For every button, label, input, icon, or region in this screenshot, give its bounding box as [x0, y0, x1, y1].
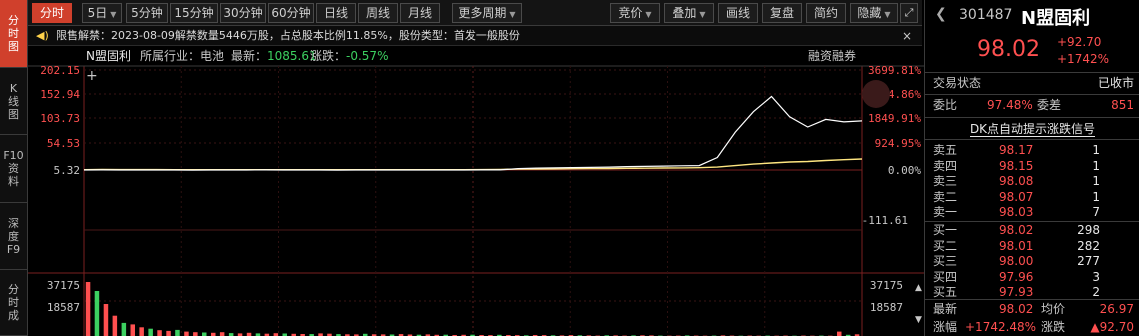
pct-axis-label: 924.95%: [875, 137, 922, 150]
volume-bar: [94, 291, 100, 336]
view-tab[interactable]: 深度 F9: [0, 203, 27, 270]
volume-axis-label: 37175: [870, 279, 903, 292]
latest-row: 最新 98.02 均价 26.97: [933, 302, 1134, 316]
pct-axis-label: 3699.81%: [868, 64, 921, 77]
view-tab-label: 分: [8, 14, 19, 27]
volume-bar: [166, 330, 171, 336]
volume-bar: [202, 332, 207, 336]
dk-signal-link[interactable]: DK点自动提示涨跌信号: [925, 120, 1139, 138]
bid-row: 买二 98.01 282: [933, 238, 1100, 253]
volume-bar: [219, 332, 225, 336]
view-tab[interactable]: K线图: [0, 68, 27, 135]
scroll-down-icon[interactable]: ▼: [915, 315, 922, 325]
price-axis-label: 103.73: [40, 112, 80, 125]
bid-row: 买五 97.93 2: [933, 285, 1100, 299]
volume-axis-label: 18587: [47, 301, 80, 314]
price-change-pct: +1742%: [1057, 52, 1109, 66]
ask-row: 卖二 98.07 1: [933, 189, 1100, 204]
view-tab[interactable]: 分时成: [0, 270, 27, 336]
crosshair-icon[interactable]: +: [86, 68, 98, 84]
volume-bar: [157, 330, 162, 336]
view-tab-label: 时: [8, 296, 19, 309]
volume-bar: [139, 327, 144, 336]
order-ratio-row: 委比 97.48% 委差 851: [933, 98, 1134, 112]
price-axis-label: 152.94: [40, 88, 80, 101]
volume-axis-label: 18587: [870, 301, 903, 314]
volume-bar: [193, 332, 198, 336]
quote-panel: ❮ 301487 N盟固利 98.02 +92.70 +1742% 交易状态 已…: [924, 0, 1139, 336]
price-axis-label: 54.53: [47, 137, 80, 150]
ask-row: 卖四 98.15 1: [933, 158, 1100, 173]
view-tab-label: 料: [8, 175, 19, 188]
quote-price-box: 98.02 +92.70 +1742%: [925, 33, 1139, 73]
ask-row: 卖五 98.17 1: [933, 143, 1100, 157]
view-tab-label: 图: [8, 107, 19, 121]
pct-axis-label: 1849.91%: [868, 112, 921, 125]
bid-row: 买三 98.00 277: [933, 254, 1100, 268]
volume-bar: [121, 322, 127, 336]
quote-header: ❮ 301487 N盟固利: [925, 0, 1139, 33]
volume-bar: [184, 331, 189, 336]
volume-bar: [103, 304, 109, 336]
stock-code: 301487: [959, 7, 1013, 23]
chart-grid: [28, 65, 924, 336]
view-tabs: 分时图 K 线图 F10 资料深度 F9 分时成: [0, 0, 28, 336]
change-row: 涨幅 +1742.48% 涨跌 ▲92.70: [933, 320, 1134, 334]
stock-title: N盟固利: [1021, 8, 1091, 29]
view-tab-label: 时: [8, 27, 19, 40]
view-tab[interactable]: 分时图: [0, 0, 27, 68]
volume-bar: [112, 315, 118, 336]
intraday-chart[interactable]: 202.15152.94103.7354.535.323699.81%2774.…: [28, 0, 924, 336]
pct-axis-label: 0.00%: [888, 164, 921, 177]
axis-labels: 202.15152.94103.7354.535.323699.81%2774.…: [40, 64, 921, 314]
view-tab-label: 图: [8, 40, 19, 53]
view-tab-label: 深: [8, 216, 19, 230]
volume-bar: [130, 324, 135, 336]
bid-row: 买一 98.02 298: [933, 223, 1100, 237]
view-tab-label: 资: [8, 162, 19, 175]
trade-status-row: 交易状态 已收市: [933, 76, 1134, 90]
view-tab-label: 度: [8, 229, 19, 243]
ask-row: 卖三 98.08 1: [933, 174, 1100, 188]
current-price: 98.02: [977, 37, 1040, 62]
chart-decorations: + ▲ ▼: [86, 68, 922, 325]
scroll-up-icon[interactable]: ▲: [915, 283, 922, 293]
volume-bar: [175, 329, 180, 336]
view-tab-label: 分: [8, 283, 19, 296]
view-tab-label: F10: [3, 149, 24, 162]
view-tab-label: 线: [8, 94, 19, 108]
view-tab-label: 成: [8, 309, 19, 322]
view-tab-label: K: [9, 81, 18, 95]
avg-price-line: [83, 158, 863, 171]
index-axis-label: -111.61: [862, 214, 908, 227]
price-axis-label: 202.15: [40, 64, 80, 77]
prev-stock-icon[interactable]: ❮: [935, 6, 947, 22]
price-change: +92.70: [1057, 35, 1102, 49]
price-axis-label: 5.32: [54, 164, 81, 177]
volume-bar: [85, 282, 91, 336]
view-tab[interactable]: F10 资料: [0, 135, 27, 203]
ask-row: 卖一 98.03 7: [933, 205, 1100, 219]
view-tab-label: F9: [6, 242, 21, 256]
bid-row: 买四 97.96 3: [933, 269, 1100, 284]
volume-bar: [148, 328, 153, 336]
scroll-handle-icon[interactable]: [862, 80, 890, 108]
volume-bar: [837, 331, 842, 336]
volume-axis-label: 37175: [47, 279, 80, 292]
